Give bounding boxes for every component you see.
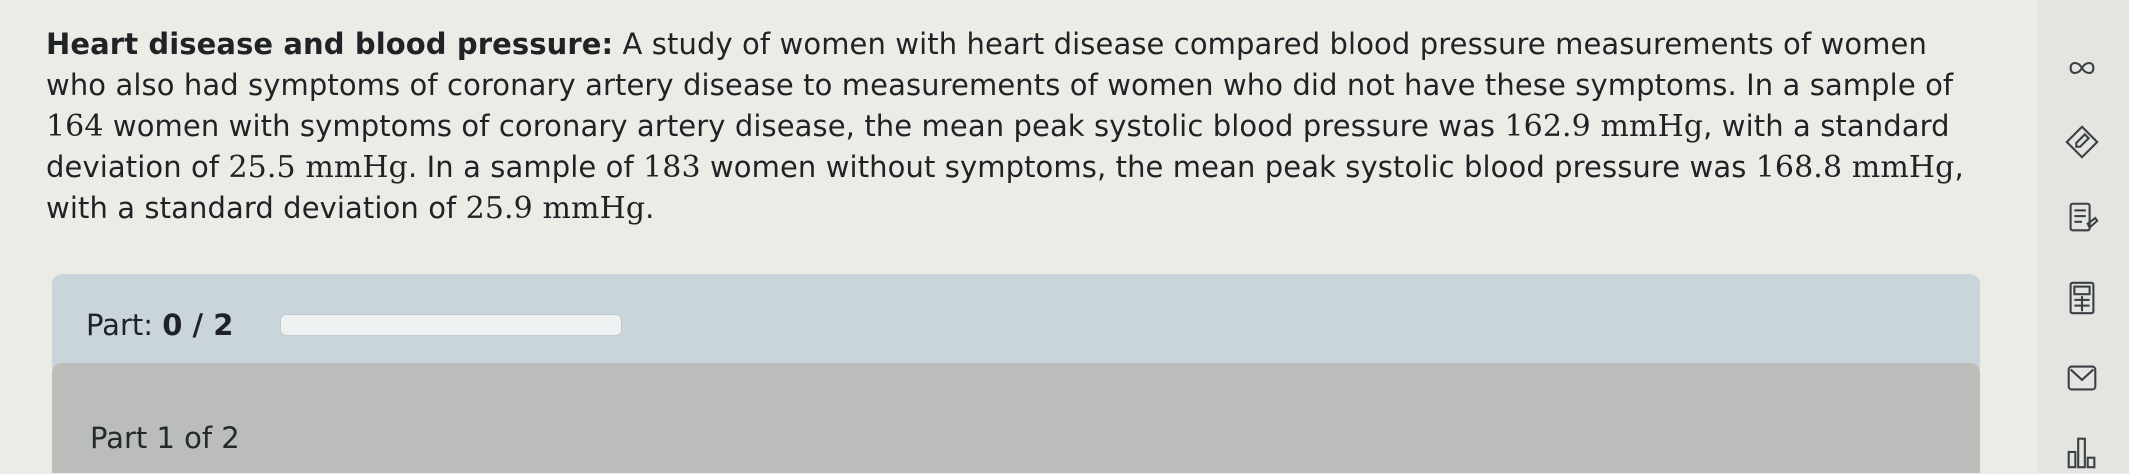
infinity-icon[interactable] bbox=[2060, 46, 2104, 90]
part-progress-bar: Part: 0 / 2 bbox=[52, 274, 1980, 376]
part-header[interactable]: Part 1 of 2 bbox=[52, 363, 1980, 473]
part-header-label: Part 1 of 2 bbox=[90, 421, 240, 455]
mean-1: 162.9 mmHg bbox=[1504, 109, 1704, 144]
sample-size-2: 183 bbox=[643, 150, 701, 185]
problem-text: . bbox=[645, 191, 655, 225]
pencil-icon[interactable] bbox=[2060, 120, 2104, 164]
problem-text: women without symptoms, the mean peak sy… bbox=[700, 150, 1756, 184]
problem-title: Heart disease and blood pressure: bbox=[46, 27, 614, 61]
calculator-icon[interactable] bbox=[2060, 276, 2104, 320]
std-dev-2: 25.9 mmHg bbox=[465, 191, 646, 226]
mean-2: 168.8 mmHg bbox=[1755, 150, 1955, 185]
problem-statement: Heart disease and blood pressure: A stud… bbox=[46, 24, 1996, 229]
std-dev-1: 25.5 mmHg bbox=[228, 150, 408, 185]
problem-text: . In a sample of bbox=[407, 150, 644, 184]
sample-size-1: 164 bbox=[46, 109, 104, 144]
bar-chart-icon[interactable] bbox=[2060, 430, 2104, 474]
part-progress-prefix: Part: bbox=[86, 308, 163, 342]
progress-track bbox=[280, 314, 622, 336]
problem-text: women with symptoms of coronary artery d… bbox=[103, 109, 1505, 143]
tool-sidebar bbox=[2038, 0, 2129, 473]
worksheet-icon[interactable] bbox=[2060, 196, 2104, 240]
part-progress-value: 0 / 2 bbox=[162, 308, 234, 342]
part-progress-label: Part: 0 / 2 bbox=[86, 308, 233, 342]
mail-icon[interactable] bbox=[2060, 356, 2104, 400]
